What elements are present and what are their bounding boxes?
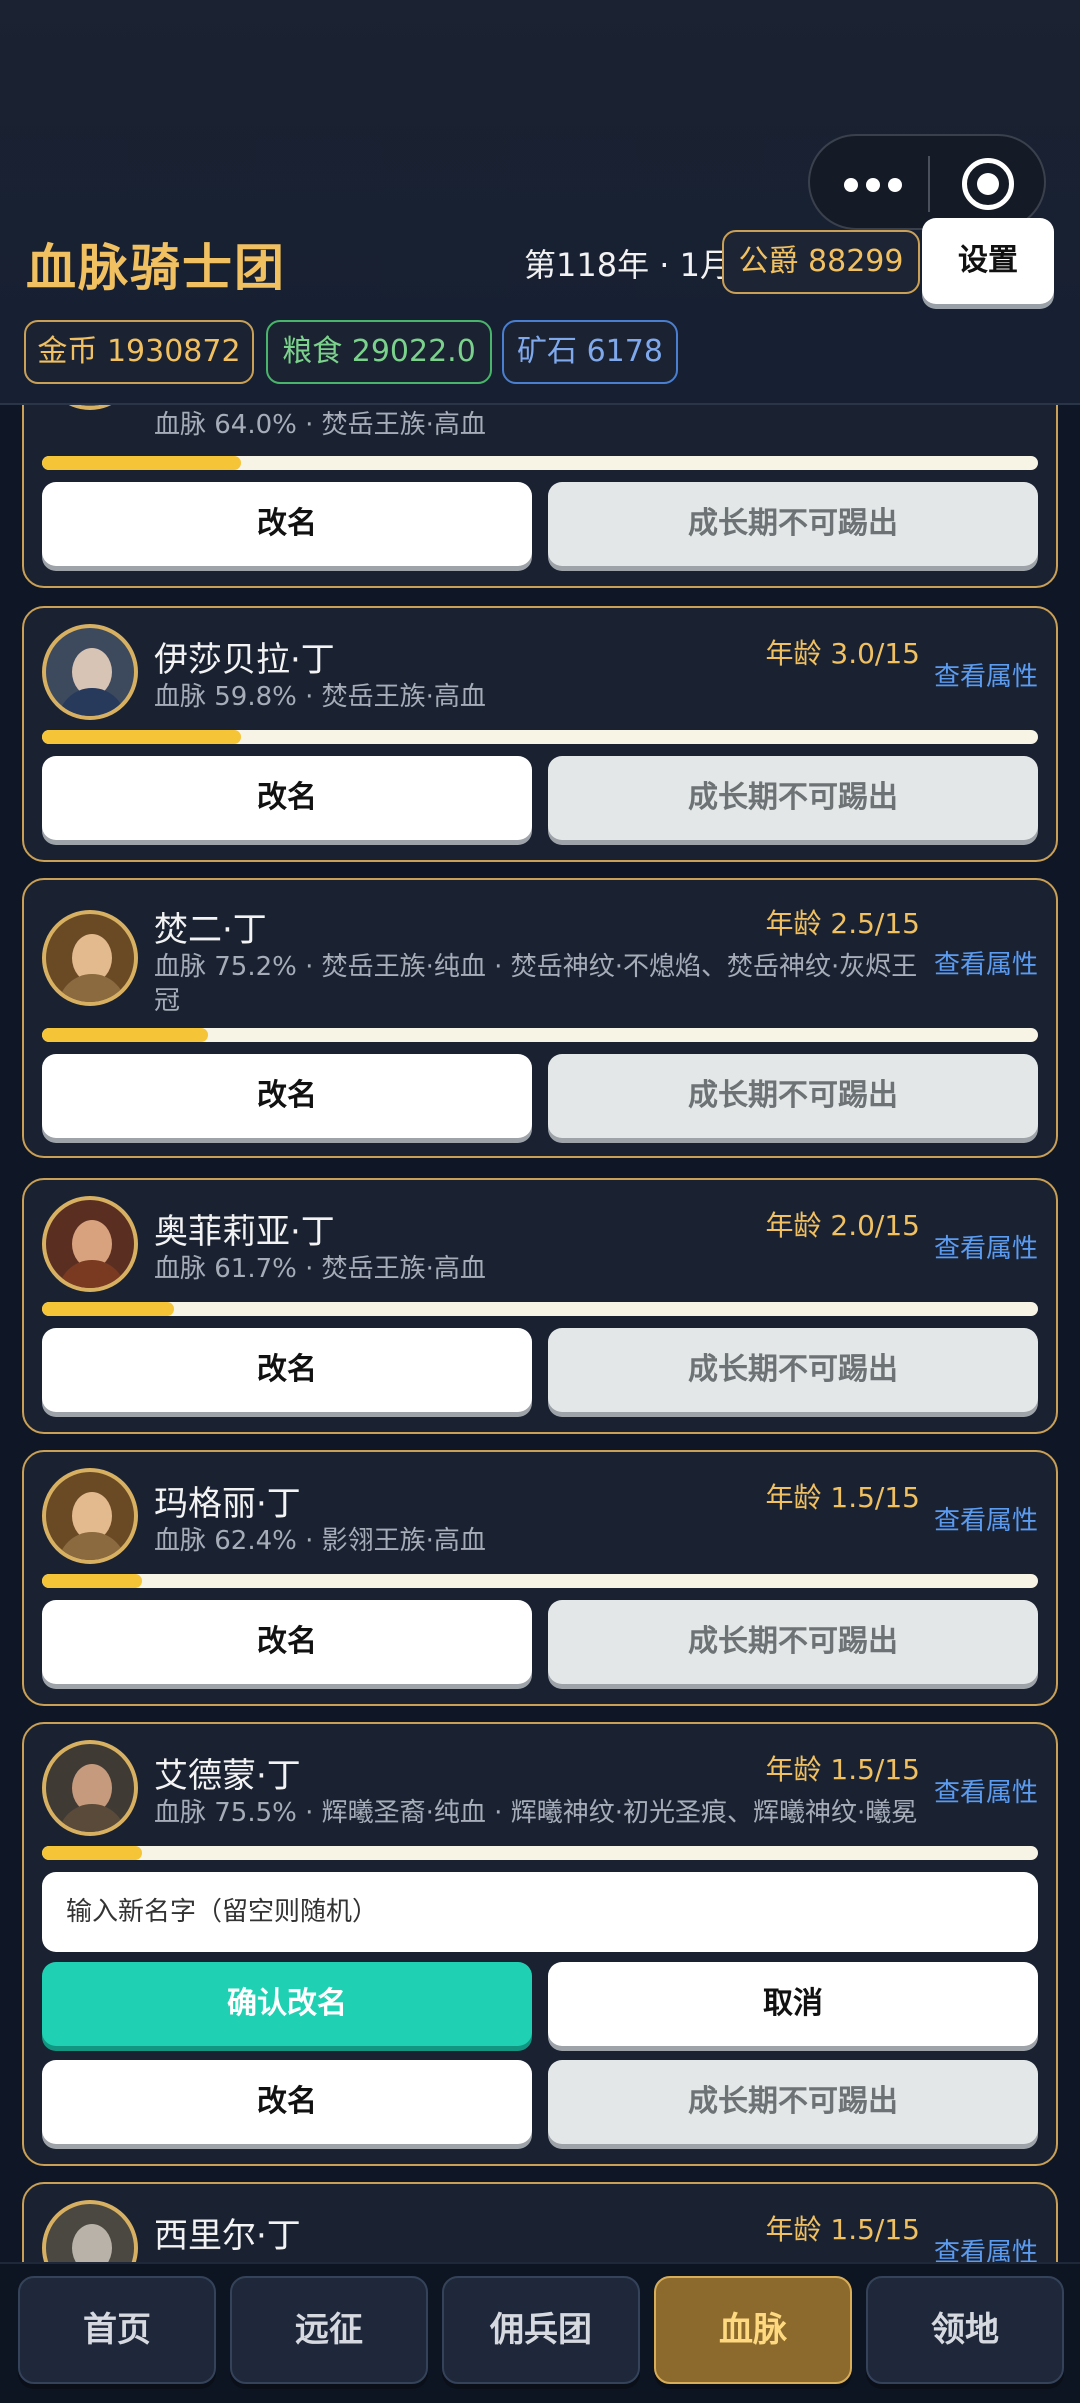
mini-program-capsule [808, 134, 1046, 230]
rename-button[interactable]: 改名 [42, 756, 532, 840]
character-card: 伊莎贝拉·丁 年龄 3.0/15 查看属性 血脉 59.8% · 焚岳王族·高血… [22, 606, 1058, 862]
kick-disabled-button: 成长期不可踢出 [548, 1600, 1038, 1684]
growth-progress [42, 1028, 1038, 1042]
tab-bloodline[interactable]: 血脉 [654, 2276, 852, 2384]
rank-badge: 公爵 88299 [722, 230, 920, 294]
cancel-button[interactable]: 取消 [548, 1962, 1038, 2046]
game-date: 第118年 · 1月 [524, 246, 732, 284]
gold-badge: 金币 1930872 [24, 320, 254, 384]
character-card: 奥菲莉亚·丁 年龄 2.0/15 查看属性 血脉 61.7% · 焚岳王族·高血… [22, 1178, 1058, 1434]
bloodline-info: 血脉 64.0% · 焚岳王族·高血 [154, 410, 486, 440]
growth-progress [42, 456, 1038, 470]
growth-progress [42, 730, 1038, 744]
bloodline-info: 血脉 61.7% · 焚岳王族·高血 [154, 1254, 486, 1284]
avatar[interactable] [42, 910, 138, 1006]
settings-button[interactable]: 设置 [922, 218, 1054, 304]
bloodline-info: 血脉 75.2% · 焚岳王族·纯血 · 焚岳神纹·不熄焰、焚岳神纹·灰烬王冠 [154, 952, 918, 1016]
growth-progress [42, 1574, 1038, 1588]
avatar[interactable] [42, 1468, 138, 1564]
more-icon[interactable] [840, 162, 910, 206]
character-name: 奥菲莉亚·丁 [154, 1212, 335, 1252]
new-name-input[interactable] [42, 1872, 1038, 1952]
character-age: 年龄 2.0/15 [765, 1209, 921, 1242]
tab-expedition[interactable]: 远征 [230, 2276, 428, 2384]
character-name: 伊莎贝拉·丁 [154, 640, 335, 680]
top-header: 血脉骑士团 第118年 · 1月 公爵 88299 设置 金币 1930872 … [0, 0, 1080, 405]
view-attributes-link[interactable]: 查看属性 [934, 944, 1038, 981]
view-attributes-link[interactable]: 查看属性 [934, 656, 1038, 693]
growth-progress-fill [42, 456, 242, 470]
rename-button[interactable]: 改名 [42, 1054, 532, 1138]
character-age: 年龄 2.5/15 [765, 907, 921, 940]
character-age: 年龄 1.5/15 [765, 1481, 921, 1514]
character-card: 艾德蒙·丁 年龄 1.5/15 查看属性 血脉 75.5% · 辉曦圣裔·纯血 … [22, 1722, 1058, 2166]
rename-button[interactable]: 改名 [42, 1328, 532, 1412]
growth-progress-fill [42, 1302, 175, 1316]
bottom-tab-bar: 首页 远征 佣兵团 血脉 领地 [0, 2262, 1080, 2403]
character-card: 玛格丽·丁 年龄 1.5/15 查看属性 血脉 62.4% · 影翎王族·高血 … [22, 1450, 1058, 1706]
growth-progress [42, 1846, 1038, 1860]
rename-button[interactable]: 改名 [42, 482, 532, 566]
growth-progress-fill [42, 1846, 142, 1860]
view-attributes-link[interactable]: 查看属性 [934, 1228, 1038, 1265]
avatar[interactable] [42, 1740, 138, 1836]
kick-disabled-button: 成长期不可踢出 [548, 756, 1038, 840]
confirm-rename-button[interactable]: 确认改名 [42, 1962, 532, 2046]
tab-home[interactable]: 首页 [18, 2276, 216, 2384]
kick-disabled-button: 成长期不可踢出 [548, 1054, 1038, 1138]
character-name: 西里尔·丁 [154, 2216, 301, 2256]
tab-mercenary[interactable]: 佣兵团 [442, 2276, 640, 2384]
bloodline-info: 血脉 59.8% · 焚岳王族·高血 [154, 682, 486, 712]
capsule-divider [928, 156, 930, 212]
app-title: 血脉骑士团 [26, 239, 286, 297]
food-badge: 粮食 29022.0 [266, 320, 492, 384]
kick-disabled-button: 成长期不可踢出 [548, 1328, 1038, 1412]
close-target-icon[interactable] [962, 158, 1014, 210]
character-age: 年龄 1.5/15 [765, 2213, 921, 2246]
ore-badge: 矿石 6178 [502, 320, 678, 384]
avatar[interactable] [42, 624, 138, 720]
character-age: 年龄 1.5/15 [765, 1753, 921, 1786]
character-age: 年龄 3.0/15 [765, 637, 921, 670]
view-attributes-link[interactable]: 查看属性 [934, 1772, 1038, 1809]
character-card: 焚二·丁 年龄 2.5/15 查看属性 血脉 75.2% · 焚岳王族·纯血 ·… [22, 878, 1058, 1158]
kick-disabled-button: 成长期不可踢出 [548, 482, 1038, 566]
growth-progress-fill [42, 730, 242, 744]
character-name: 艾德蒙·丁 [154, 1756, 301, 1796]
rename-button[interactable]: 改名 [42, 2060, 532, 2144]
tab-territory[interactable]: 领地 [866, 2276, 1064, 2384]
view-attributes-link[interactable]: 查看属性 [934, 1500, 1038, 1537]
growth-progress-fill [42, 1028, 209, 1042]
character-name: 玛格丽·丁 [154, 1484, 301, 1524]
avatar[interactable] [42, 1196, 138, 1292]
growth-progress-fill [42, 1574, 142, 1588]
character-name: 焚二·丁 [154, 910, 267, 950]
bloodline-info: 血脉 62.4% · 影翎王族·高血 [154, 1526, 486, 1556]
bloodline-info: 血脉 75.5% · 辉曦圣裔·纯血 · 辉曦神纹·初光圣痕、辉曦神纹·曦冕 [154, 1798, 918, 1828]
rename-button[interactable]: 改名 [42, 1600, 532, 1684]
kick-disabled-button: 成长期不可踢出 [548, 2060, 1038, 2144]
growth-progress [42, 1302, 1038, 1316]
